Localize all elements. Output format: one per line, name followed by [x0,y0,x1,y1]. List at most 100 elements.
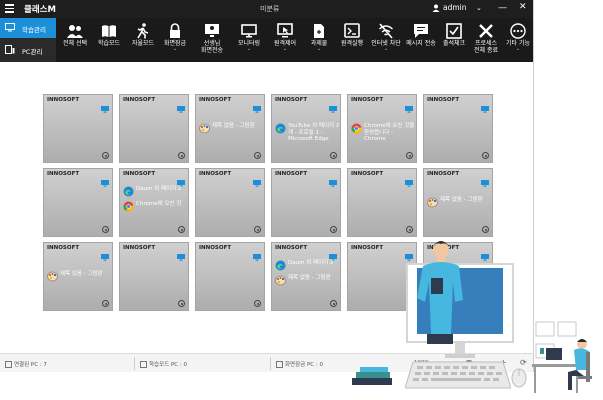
pc-name: INNOSOFT [275,245,308,251]
monitor-icon[interactable] [101,172,109,187]
monitor-icon[interactable] [253,98,261,113]
users-icon [67,25,83,38]
pc-tile[interactable]: INNOSOFT [43,168,113,237]
settings-icon[interactable] [254,152,261,159]
pc-tile[interactable]: INNOSOFT [43,94,113,163]
tool-internet-block[interactable]: 인터넷 차단 ⌄ [369,18,403,62]
settings-icon[interactable] [330,152,337,159]
monitor-icon[interactable] [405,98,413,113]
chrome-icon [123,201,134,212]
pc-tile[interactable]: INNOSOFT Daum 외 페이지 2 제목 없음 - 그림판 [271,242,341,311]
monitor-icon[interactable] [481,98,489,113]
no-wifi-icon [379,23,393,39]
settings-icon[interactable] [406,152,413,159]
tool-label: 출석체크 [442,40,466,47]
toolbar: 전체 선택 학습모드 자율모드 화면잠금 ⌄ 선생님 화면전송 모니터링 ⌄ 원… [56,18,533,62]
pc-tile[interactable]: INNOSOFT [195,242,265,311]
settings-icon[interactable] [482,226,489,233]
tool-remote-run[interactable]: 원격실행 [337,18,367,62]
settings-icon[interactable] [406,226,413,233]
title-bar: 클래스M 미분류 admin ⌄ — ✕ [0,0,533,18]
divider [270,357,271,370]
tool-free-mode[interactable]: 자율모드 [128,18,158,62]
tool-study-mode[interactable]: 학습모드 [94,18,124,62]
settings-icon[interactable] [482,152,489,159]
monitor-icon[interactable] [101,246,109,261]
status-connected: 연결된 PC : 7 [5,360,47,368]
pc-tile[interactable]: INNOSOFT 제목 없음 - 그림판 [423,168,493,237]
pc-name: INNOSOFT [199,245,232,251]
more-icon [510,23,526,39]
tool-remote-control[interactable]: 원격제어 ⌄ [268,18,302,62]
monitor-icon[interactable] [329,172,337,187]
chevron-down-icon: ⌄ [316,46,322,52]
tool-assignments[interactable]: 과제물 ⌄ [304,18,334,62]
settings-icon[interactable] [178,152,185,159]
tool-more[interactable]: 기타 기능 ⌄ [503,18,533,62]
pc-tile[interactable]: INNOSOFT [119,94,189,163]
tool-attendance[interactable]: 출석체크 [439,18,469,62]
file-icon [314,24,324,38]
tool-label: 프로세스 [474,40,498,47]
monitor-icon[interactable] [329,246,337,261]
settings-icon[interactable] [254,300,261,307]
pc-tile[interactable]: INNOSOFT [423,94,493,163]
lock-icon [276,361,283,368]
monitor-icon [241,24,257,38]
settings-icon[interactable] [102,152,109,159]
settings-icon[interactable] [102,226,109,233]
monitor-icon[interactable] [177,98,185,113]
pc-tile[interactable]: INNOSOFT Daum 외 페이지 2 Chrome에 오신 것 [119,168,189,237]
chevron-down-icon: ⌄ [172,46,178,52]
tool-send-message[interactable]: 메시지 전송 [405,18,437,62]
settings-icon[interactable] [178,226,185,233]
pc-tile[interactable]: INNOSOFT 제목 없음 - 그림판 [43,242,113,311]
chevron-down-icon: ⌄ [282,46,288,52]
pc-name: INNOSOFT [351,97,384,103]
settings-icon[interactable] [102,300,109,307]
pc-tile[interactable]: INNOSOFT [271,168,341,237]
chevron-down-icon[interactable]: ⌄ [476,4,482,12]
chevron-down-icon: ⌄ [246,46,252,52]
tool-select-all[interactable]: 전체 선택 [58,18,92,62]
settings-icon[interactable] [330,300,337,307]
tool-teacher-screen[interactable]: 선생님 화면전송 [194,18,230,62]
pc-tile[interactable]: INNOSOFT [195,168,265,237]
minimize-icon[interactable]: — [498,3,507,13]
monitor-icon[interactable] [101,98,109,113]
monitor-icon[interactable] [253,246,261,261]
settings-icon[interactable] [178,300,185,307]
settings-icon[interactable] [330,226,337,233]
tool-kill-processes[interactable]: 프로세스 전체 종료 [471,18,501,62]
close-icon[interactable]: ✕ [519,2,527,12]
pc-tile[interactable]: INNOSOFT YouTube 외 페이지 2개 - 프로필 1 - Micro… [271,94,341,163]
pc-tile[interactable]: INNOSOFT [347,168,417,237]
monitor-icon[interactable] [481,172,489,187]
user-name[interactable]: admin [443,3,467,12]
monitor-icon[interactable] [405,172,413,187]
edge-icon [275,123,286,134]
pc-tile[interactable]: INNOSOFT 제목 없음 - 그림판 [195,94,265,163]
tool-label: 전체 선택 [63,40,87,47]
mouse-illustration [511,368,527,388]
app-title: 클래스M [24,5,56,15]
monitor-icon[interactable] [253,172,261,187]
monitor-icon[interactable] [177,246,185,261]
sidebar-item-study[interactable]: 학습관리 [0,18,56,38]
tool-screen-lock[interactable]: 화면잠금 ⌄ [160,18,190,62]
running-app-title: Chrome에 오신 것 [136,201,182,207]
status-screen-lock: 화면잠금 PC : 0 [276,360,323,368]
pc-tile[interactable]: INNOSOFT [119,242,189,311]
running-app-title: 제목 없음 - 그림판 [288,275,331,281]
paint-icon [47,271,58,282]
settings-icon[interactable] [254,226,261,233]
edge-icon [123,186,134,197]
pc-name: INNOSOFT [123,245,156,251]
sidebar-item-pc[interactable]: PC관리 [0,40,56,60]
menu-icon[interactable] [5,4,14,13]
pc-tile[interactable]: INNOSOFT Chrome에 오신 것을 환영합니다 - Chrome [347,94,417,163]
monitor-icon[interactable] [177,172,185,187]
pc-name: INNOSOFT [123,171,156,177]
tool-monitoring[interactable]: 모니터링 ⌄ [232,18,266,62]
monitor-icon[interactable] [329,98,337,113]
